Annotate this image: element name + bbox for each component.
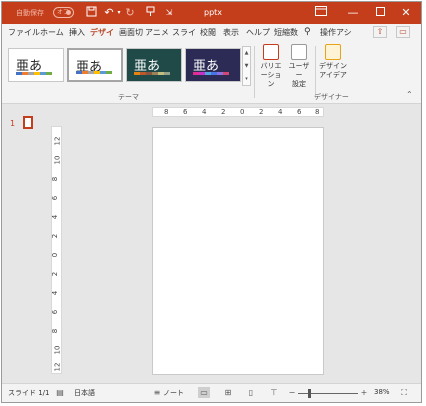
- ruler-tick: 8: [164, 108, 169, 116]
- zoom-slider[interactable]: [298, 393, 358, 394]
- variations-label: バリエ: [260, 62, 282, 70]
- tab-file[interactable]: ファイル: [8, 27, 40, 38]
- slide-thumbnail-pane: 1: [2, 105, 48, 383]
- ruler-tick: 6: [183, 108, 188, 116]
- notes-icon[interactable]: ≡: [151, 387, 163, 398]
- vertical-ruler: 12 10 8 6 4 2 0 2 4 6 8 10 12: [51, 126, 62, 374]
- ruler-tick: 2: [51, 271, 60, 277]
- zoom-in-icon[interactable]: +: [358, 387, 370, 398]
- tab-review[interactable]: 校閲: [200, 27, 216, 38]
- zoom-out-icon[interactable]: −: [286, 387, 298, 398]
- ruler-tick: 6: [51, 195, 60, 201]
- design-ideas-icon: [325, 44, 341, 60]
- tab-design[interactable]: デザイ: [90, 27, 114, 38]
- ruler-tick: 6: [51, 309, 60, 315]
- tab-view[interactable]: 表示: [223, 27, 239, 38]
- ribbon-design: 亜あ 亜あ 亜あ 亜あ ▲ ▼ ▾ テーマ バリエ ーション ユーザー 設定 デ…: [2, 40, 421, 104]
- normal-view-icon[interactable]: ▭: [198, 387, 210, 398]
- variations-icon: [263, 44, 279, 60]
- ruler-tick: 0: [240, 108, 245, 116]
- window-title: pptx: [204, 8, 223, 17]
- ruler-tick: 8: [51, 176, 60, 182]
- tab-help[interactable]: ヘルプ: [246, 27, 270, 38]
- design-ideas-button[interactable]: デザイン アイデア: [318, 44, 348, 80]
- ruler-tick: 8: [315, 108, 320, 116]
- ruler-tick: 2: [259, 108, 264, 116]
- slide-thumbnail[interactable]: [23, 116, 33, 129]
- theme-thumbnail-2[interactable]: 亜あ: [67, 48, 123, 82]
- fit-to-window-icon[interactable]: ⛶: [398, 387, 410, 398]
- theme-group-label: テーマ: [118, 93, 139, 101]
- customize-label: ユーザー: [288, 62, 310, 79]
- customize-icon[interactable]: ⇲: [162, 6, 176, 20]
- theme-color-bars: [16, 72, 52, 75]
- design-ideas-label: デザイン: [319, 62, 347, 70]
- language-indicator[interactable]: 日本語: [74, 388, 95, 398]
- design-ideas-label-2: アイデア: [319, 71, 347, 79]
- tab-animations[interactable]: アニメ: [145, 27, 170, 38]
- tell-me-input[interactable]: 操作アシ: [320, 27, 354, 38]
- ribbon-display-icon[interactable]: [306, 2, 336, 24]
- slideshow-icon[interactable]: ⊤: [268, 387, 280, 398]
- close-icon[interactable]: ✕: [391, 2, 421, 24]
- share-icon[interactable]: ⇧: [373, 26, 387, 38]
- ruler-tick: 2: [221, 108, 226, 116]
- theme-color-bars: [193, 72, 229, 75]
- horizontal-ruler: 8 6 4 2 0 2 4 6 8: [152, 107, 324, 117]
- ruler-tick: 12: [53, 136, 62, 146]
- variations-label-2: ーション: [260, 71, 282, 88]
- accessibility-icon[interactable]: ▤: [54, 387, 66, 398]
- theme-thumbnail-3[interactable]: 亜あ: [126, 48, 182, 82]
- ruler-tick: 0: [51, 252, 60, 258]
- tab-slideshow[interactable]: スライド: [172, 27, 198, 38]
- redo-icon[interactable]: ↻: [123, 6, 137, 20]
- slide-number: 1: [10, 119, 16, 128]
- variations-button[interactable]: バリエ ーション: [259, 44, 283, 89]
- ruler-tick: 10: [53, 155, 62, 165]
- customize-label-2: 設定: [292, 80, 306, 88]
- designer-group-label: デザイナー: [314, 93, 349, 101]
- ruler-tick: 8: [51, 328, 60, 334]
- notes-button[interactable]: ノート: [163, 388, 184, 398]
- tab-home[interactable]: ホーム: [40, 27, 64, 38]
- save-icon[interactable]: [84, 6, 98, 20]
- theme-thumbnail-4[interactable]: 亜あ: [185, 48, 241, 82]
- ruler-tick: 6: [297, 108, 302, 116]
- autosave-label: 自動保存: [16, 9, 44, 17]
- reading-view-icon[interactable]: ▯: [245, 387, 257, 398]
- slide-count: スライド 1/1: [8, 389, 50, 397]
- collapse-ribbon-icon[interactable]: ⌃: [406, 90, 413, 99]
- ruler-tick: 4: [51, 214, 60, 220]
- ruler-tick: 4: [51, 290, 60, 296]
- theme-thumbnail-1[interactable]: 亜あ: [8, 48, 64, 82]
- zoom-level[interactable]: 38%: [374, 388, 390, 396]
- theme-color-bars: [76, 71, 112, 74]
- slide-sorter-icon[interactable]: ⊞: [222, 387, 234, 398]
- autosave-toggle[interactable]: オフ: [53, 7, 74, 18]
- ruler-tick: 4: [278, 108, 283, 116]
- tab-shortcuts[interactable]: 短縮数: [274, 27, 300, 38]
- group-separator: [315, 46, 316, 98]
- group-separator: [254, 46, 255, 98]
- search-icon[interactable]: ⚲: [304, 27, 311, 37]
- pin-icon[interactable]: [143, 6, 157, 20]
- minimize-icon[interactable]: —: [338, 2, 368, 24]
- customize-button[interactable]: ユーザー 設定: [286, 44, 312, 89]
- slide-size-icon: [291, 44, 307, 60]
- powerpoint-window: 自動保存 オフ ↶ ▾ ↻ ⇲ pptx — ✕ ファイル ホーム 挿入 デザイ…: [1, 1, 422, 403]
- ruler-tick: 2: [51, 233, 60, 239]
- ribbon-tabs: ファイル ホーム 挿入 デザイ 画面切 アニメ スライド 校閲 表示 ヘルプ 短…: [2, 24, 421, 40]
- tab-insert[interactable]: 挿入: [69, 27, 85, 38]
- ruler-tick: 10: [53, 345, 62, 355]
- comments-icon[interactable]: ▭: [396, 26, 410, 38]
- theme-color-bars: [134, 72, 170, 75]
- zoom-slider-thumb[interactable]: [308, 389, 311, 398]
- title-bar: 自動保存 オフ ↶ ▾ ↻ ⇲ pptx — ✕: [2, 2, 421, 24]
- theme-gallery-scroll[interactable]: ▲ ▼ ▾: [242, 46, 251, 86]
- status-bar: スライド 1/1 ▤ 日本語 ≡ ノート ▭ ⊞ ▯ ⊤ − + 38% ⛶: [2, 383, 421, 402]
- ruler-tick: 4: [202, 108, 207, 116]
- tab-transitions[interactable]: 画面切: [119, 27, 143, 38]
- slide-canvas[interactable]: [152, 127, 324, 375]
- ruler-tick: 12: [53, 362, 62, 372]
